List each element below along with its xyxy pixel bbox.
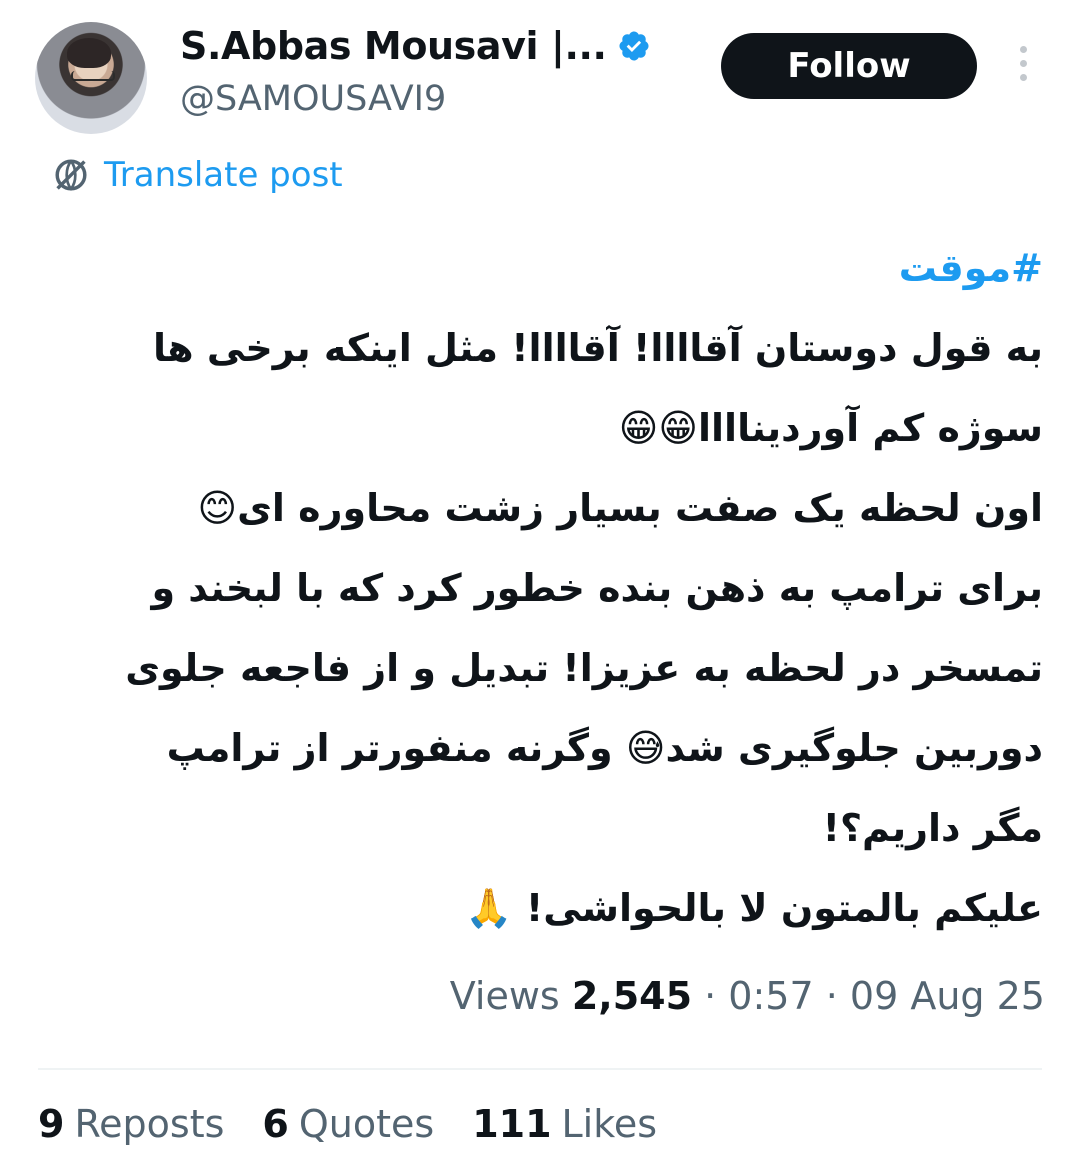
translate-icon [55, 159, 87, 191]
post-line: علیکم بالمتون لا بالحواشی! 🙏 [465, 886, 1043, 930]
likes-stat[interactable]: 111 Likes [472, 1102, 657, 1146]
meta-separator: · [704, 974, 717, 1018]
post-date[interactable]: 09 Aug 25 [850, 974, 1045, 1018]
translate-post-label: Translate post [104, 155, 343, 195]
likes-label: Likes [561, 1102, 658, 1146]
post-line: تمسخر در لحظه به عزیزا! تبدیل و از فاجعه… [125, 646, 1043, 690]
views-label: Views [449, 974, 560, 1018]
meta-separator: · [825, 974, 838, 1018]
quotes-count: 6 [262, 1102, 289, 1146]
post-line: برای ترامپ به ذهن بنده خطور کرد که با لب… [151, 566, 1043, 610]
divider [38, 1068, 1042, 1070]
views-count[interactable]: 2,545 [572, 974, 692, 1018]
post-meta: Views 2,545 · 0:57 · 09 Aug 25 [450, 974, 1045, 1018]
user-handle[interactable]: @SAMOUSAVI9 [180, 79, 446, 119]
more-options-icon[interactable] [1012, 46, 1034, 88]
post-line: اون لحظه یک صفت بسیار زشت محاوره ای😊 [197, 486, 1043, 530]
reposts-count: 9 [38, 1102, 65, 1146]
translate-post-link[interactable]: Translate post [48, 152, 343, 198]
display-name[interactable]: S.Abbas Mousavi |... [180, 24, 607, 68]
post-line: سوژه کم آوردیناااا😁😁 [618, 406, 1043, 450]
avatar[interactable] [35, 22, 147, 134]
post-time[interactable]: 0:57 [728, 974, 813, 1018]
hashtag-link[interactable]: #موقت [38, 228, 1043, 308]
user-name-row: S.Abbas Mousavi |... [180, 24, 651, 68]
post-text: #موقت به قول دوستان آقاااا! آقاااا! مثل … [38, 228, 1043, 948]
post-line: به قول دوستان آقاااا! آقاااا! مثل اینکه … [153, 326, 1043, 370]
engagement-stats: 9 Reposts 6 Quotes 111 Likes [38, 1102, 657, 1146]
quotes-label: Quotes [298, 1102, 435, 1146]
quotes-stat[interactable]: 6 Quotes [262, 1102, 434, 1146]
follow-button[interactable]: Follow [721, 33, 977, 99]
reposts-label: Reposts [74, 1102, 225, 1146]
verified-badge-icon [619, 31, 649, 61]
post-line: دوربین جلوگیری شد😅 وگرنه منفورتر از ترام… [166, 726, 1043, 770]
reposts-stat[interactable]: 9 Reposts [38, 1102, 224, 1146]
post-line: مگر داریم؟! [822, 806, 1043, 850]
likes-count: 111 [472, 1102, 552, 1146]
